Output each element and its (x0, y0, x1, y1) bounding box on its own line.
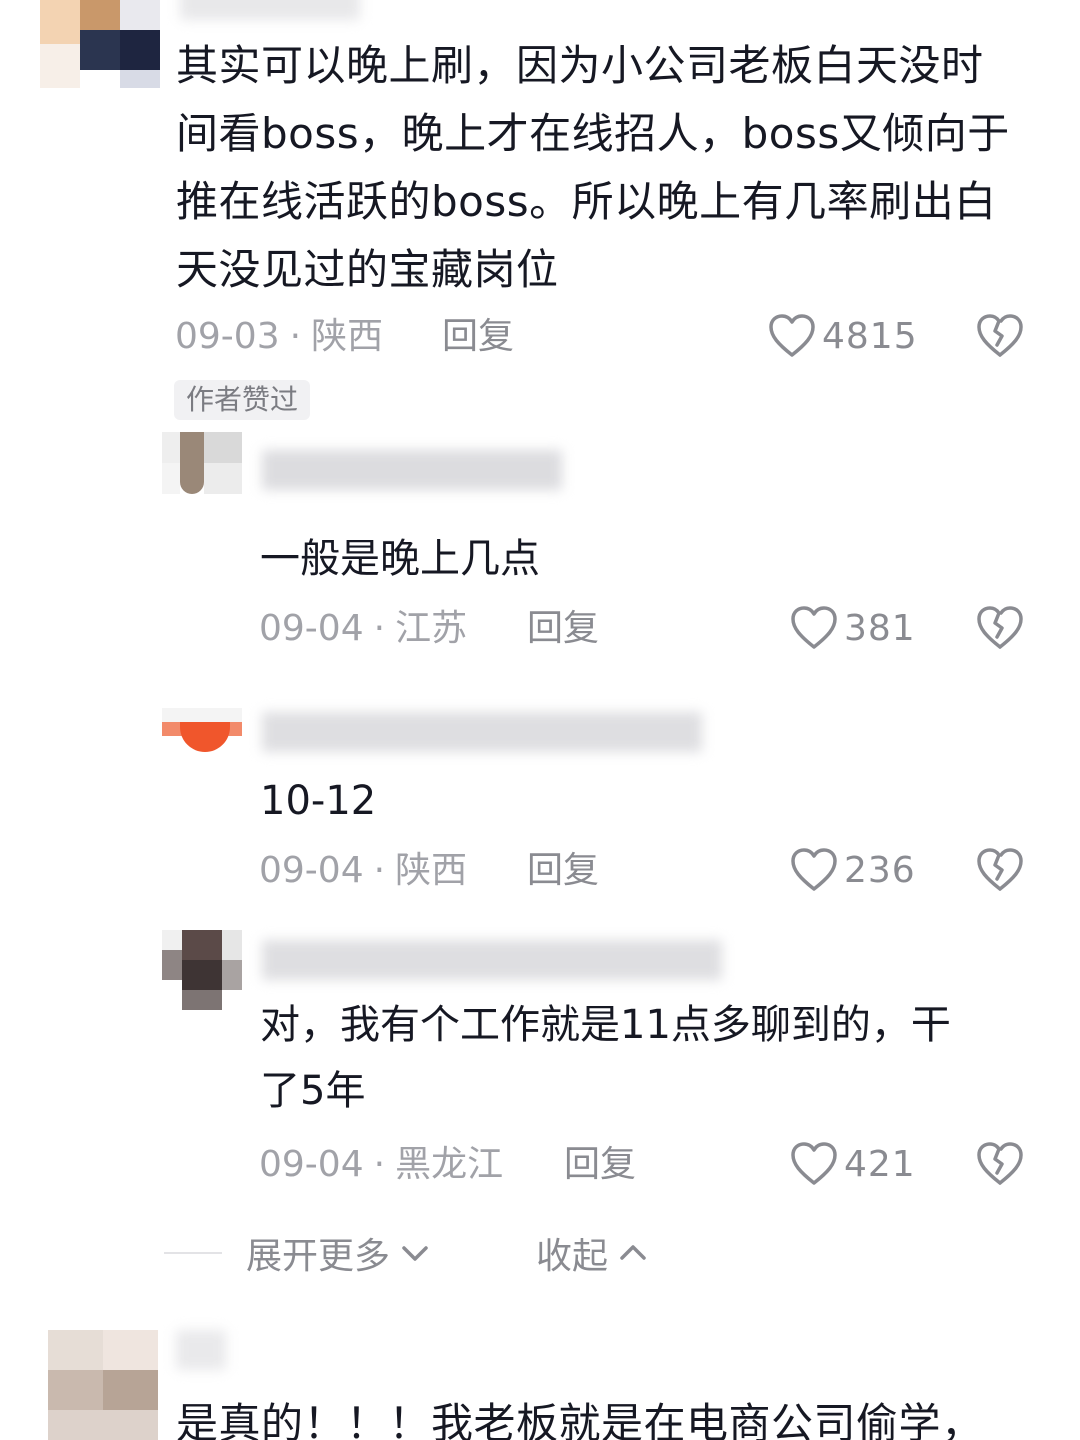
expand-more-label: 展开更多 (246, 1236, 391, 1277)
reply-meta: 09-04 · 陕西 (259, 846, 467, 896)
broken-heart-icon[interactable] (975, 311, 1025, 361)
avatar[interactable] (40, 0, 160, 88)
meta-separator: · (289, 316, 302, 357)
reply-location: 江苏 (395, 608, 468, 649)
collapse-label: 收起 (536, 1236, 609, 1277)
like-button[interactable]: 236 (790, 845, 916, 895)
username-blurred[interactable] (176, 1330, 226, 1370)
like-button[interactable]: 4815 (768, 311, 918, 361)
like-count: 236 (844, 849, 916, 891)
reply-button[interactable]: 回复 (527, 604, 599, 654)
thread-divider-line (164, 1252, 222, 1254)
like-count: 4815 (822, 315, 918, 357)
username-blurred[interactable] (180, 0, 360, 20)
meta-separator: · (373, 850, 386, 891)
like-count: 381 (844, 607, 916, 649)
like-button[interactable]: 381 (790, 603, 916, 653)
reply-text: 一般是晚上几点 (260, 536, 540, 582)
username-blurred[interactable] (262, 712, 702, 752)
avatar[interactable] (162, 432, 242, 494)
reply-button[interactable]: 回复 (527, 846, 599, 896)
reply-text: 对，我有个工作就是11点多聊到的，干 了5年 (260, 1002, 951, 1114)
avatar[interactable] (162, 708, 242, 752)
username-blurred[interactable] (262, 940, 722, 980)
reply-meta: 09-04 · 黑龙江 (259, 1140, 503, 1190)
reply-button[interactable]: 回复 (564, 1140, 636, 1190)
like-button[interactable]: 421 (790, 1139, 916, 1189)
comment-text: 其实可以晚上刷，因为小公司老板白天没时 间看boss，晚上才在线招人，boss又… (176, 41, 1010, 294)
chevron-down-icon (402, 1246, 428, 1261)
comment-date: 09-03 (175, 316, 280, 357)
reply-text: 10-12 (260, 778, 377, 824)
reply-button[interactable]: 回复 (442, 312, 514, 362)
meta-separator: · (373, 608, 386, 649)
comment-text: 是真的！！！我老板就是在电商公司偷学， (176, 1399, 984, 1440)
reply-meta: 09-04 · 江苏 (259, 604, 467, 654)
chevron-up-icon (620, 1245, 646, 1260)
comment-location: 陕西 (311, 316, 384, 357)
heart-outline-icon (791, 1142, 837, 1185)
expand-more-button[interactable]: 展开更多 (246, 1228, 432, 1278)
author-liked-badge: 作者赞过 (174, 380, 311, 420)
like-count: 421 (844, 1143, 916, 1185)
broken-heart-icon[interactable] (975, 1139, 1025, 1189)
comment-meta: 09-03 · 陕西 (175, 312, 383, 362)
username-blurred[interactable] (262, 450, 562, 490)
collapse-button[interactable]: 收起 (536, 1228, 650, 1278)
heart-outline-icon (791, 606, 837, 649)
reply-date: 09-04 (259, 608, 364, 649)
avatar[interactable] (162, 930, 242, 1010)
reply-date: 09-04 (259, 1144, 364, 1185)
reply-location: 黑龙江 (395, 1144, 504, 1185)
meta-separator: · (373, 1144, 386, 1185)
broken-heart-icon[interactable] (975, 845, 1025, 895)
reply-location: 陕西 (395, 850, 468, 891)
reply-date: 09-04 (259, 850, 364, 891)
heart-outline-icon (791, 848, 837, 891)
broken-heart-icon[interactable] (975, 603, 1025, 653)
avatar[interactable] (48, 1330, 158, 1440)
heart-outline-icon (769, 314, 815, 357)
